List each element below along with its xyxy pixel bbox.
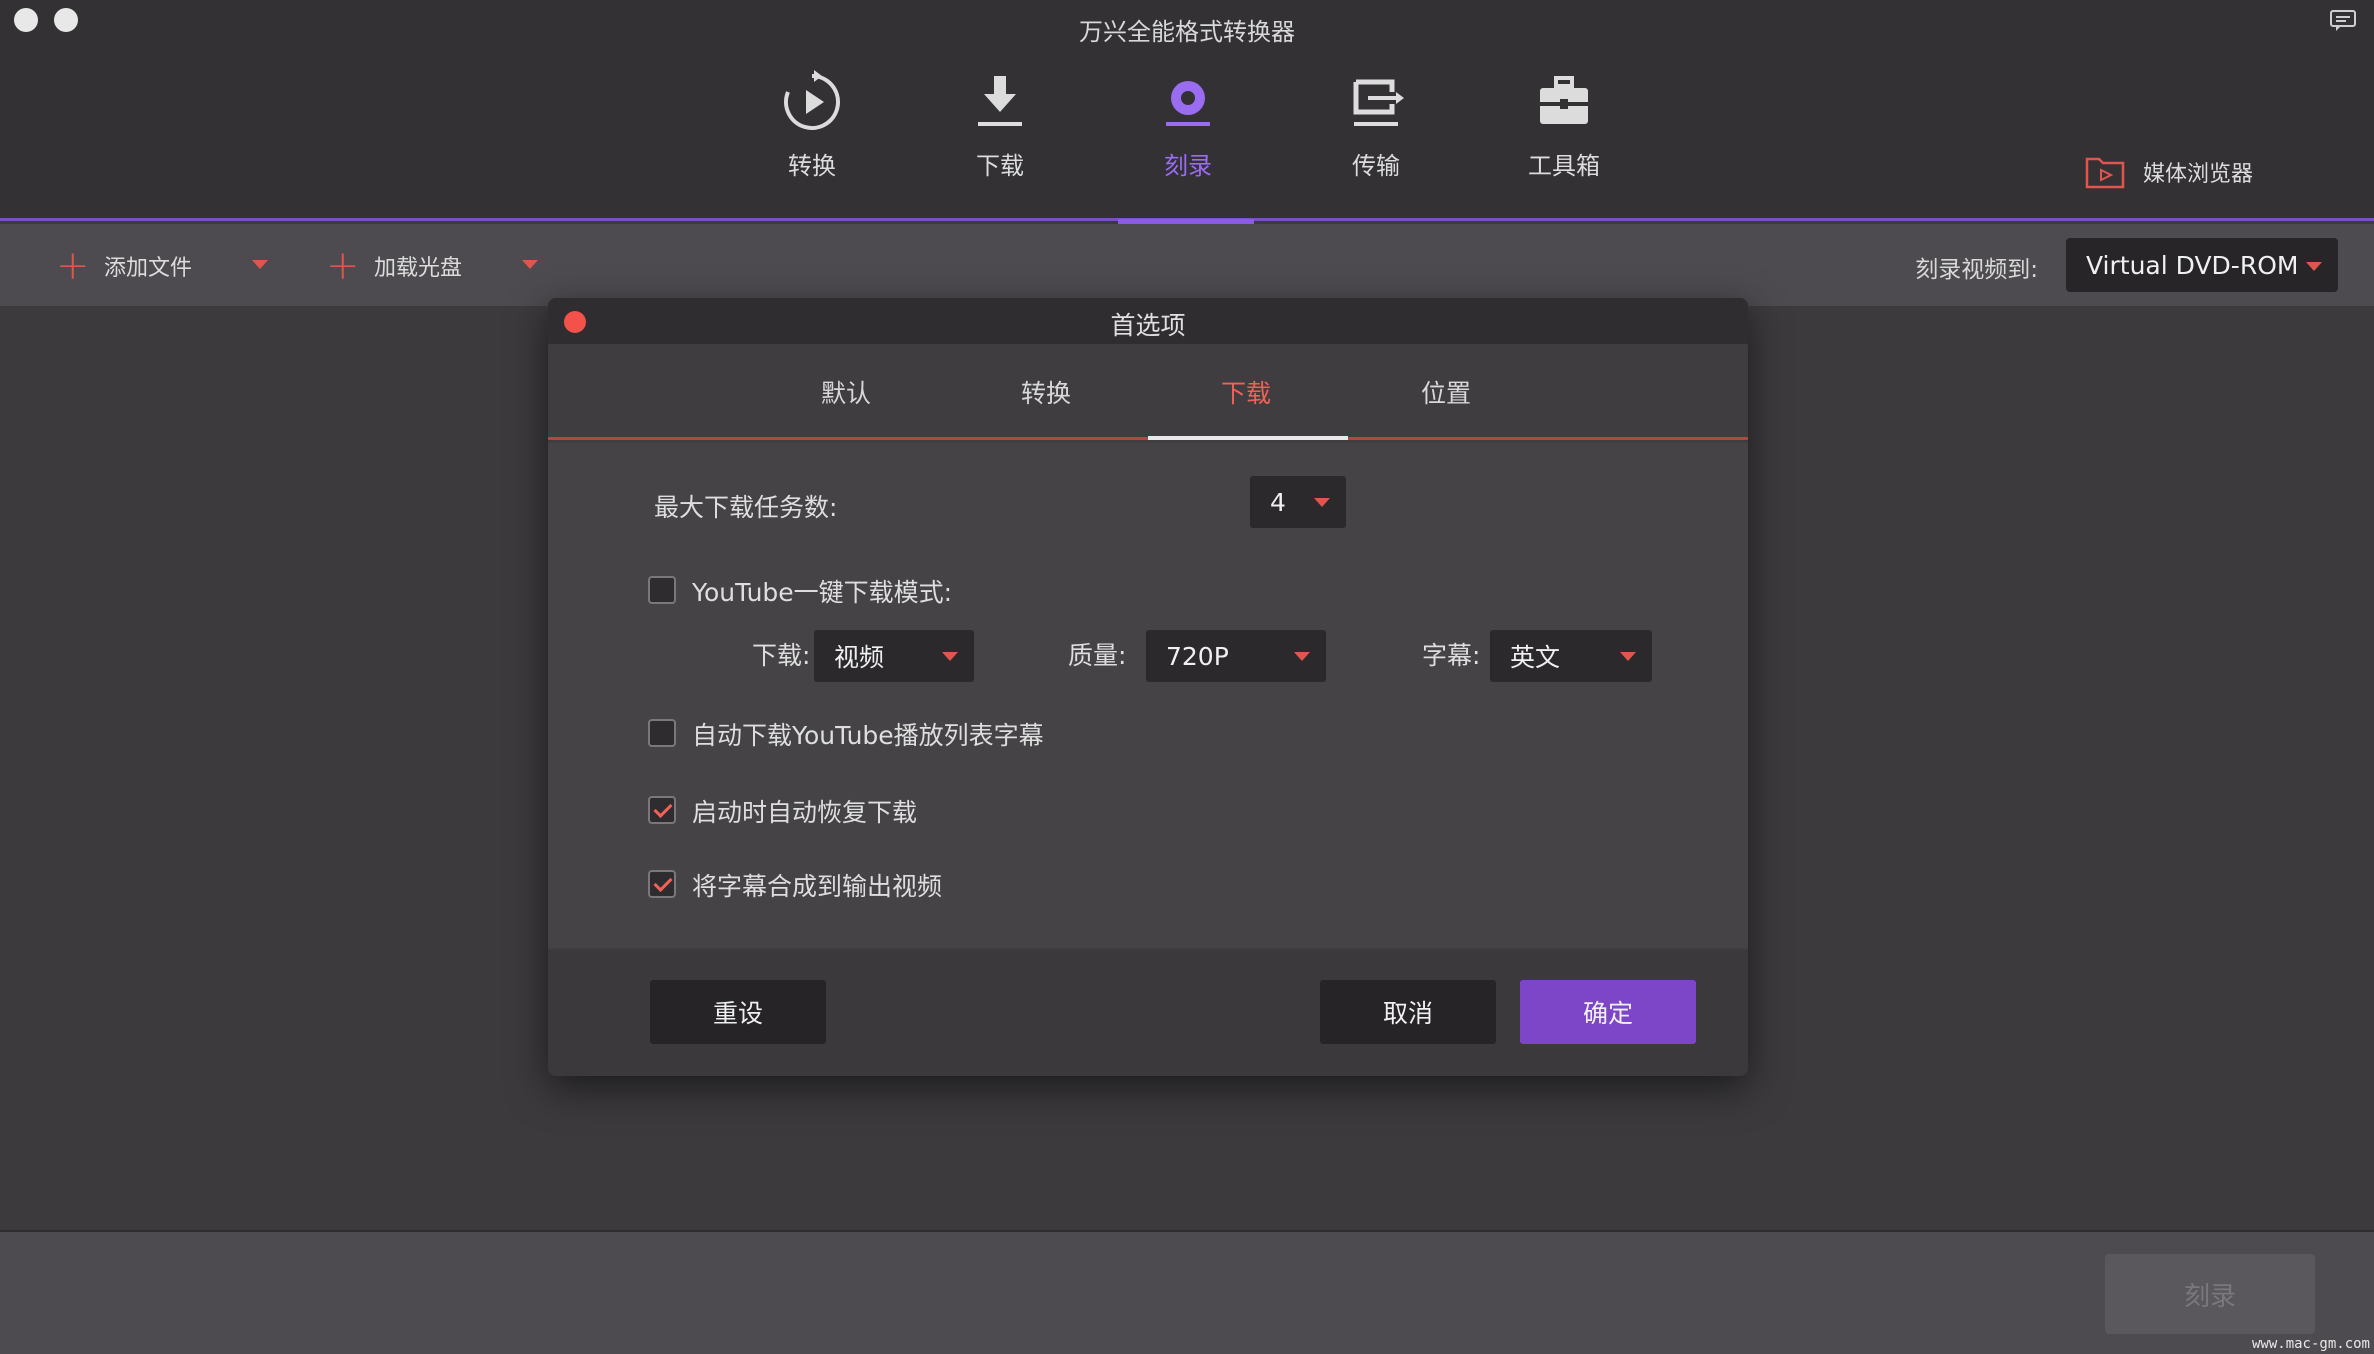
feedback-icon[interactable] (2330, 10, 2356, 32)
subtitle-select[interactable]: 英文 (1490, 630, 1652, 682)
quality-value: 720P (1166, 641, 1229, 671)
nav-transfer[interactable]: 传输 (1306, 70, 1446, 190)
burn-to-label: 刻录视频到: (1915, 257, 2038, 283)
load-disc-label: 加载光盘 (374, 256, 463, 281)
resume-on-start-checkbox[interactable] (648, 796, 676, 824)
tab-default[interactable]: 默认 (746, 374, 946, 410)
preferences-dialog: 首选项 默认 转换 下载 位置 最大下载任务数: 4 YouTube一键下载模式… (548, 298, 1748, 1076)
max-tasks-value: 4 (1270, 487, 1286, 517)
subtitle-label: 字幕: (1422, 641, 1481, 670)
add-file-dropdown-icon[interactable] (252, 260, 268, 269)
tab-convert[interactable]: 转换 (946, 374, 1146, 410)
resume-on-start-label: 启动时自动恢复下载 (692, 798, 918, 827)
reset-button[interactable]: 重设 (650, 980, 826, 1044)
ok-button[interactable]: 确定 (1520, 980, 1696, 1044)
download-type-select[interactable]: 视频 (814, 630, 974, 682)
media-browser-button[interactable]: 媒体浏览器 (2085, 150, 2253, 194)
nav-burn-label: 刻录 (1164, 152, 1212, 180)
chevron-down-icon (942, 652, 958, 661)
nav-burn[interactable]: 刻录 (1118, 70, 1258, 190)
folder-play-icon (2085, 157, 2125, 189)
quality-select[interactable]: 720P (1146, 630, 1326, 682)
tab-download[interactable]: 下载 (1146, 374, 1346, 410)
load-disc-dropdown-icon[interactable] (522, 260, 538, 269)
quality-label: 质量: (1068, 641, 1127, 670)
add-file-button[interactable]: + 添加文件 (56, 246, 192, 286)
chevron-down-icon (2306, 262, 2322, 271)
watermark: www.mac-gm.com (2251, 1336, 2370, 1352)
bottom-bar (0, 1230, 2374, 1354)
subtitle-value: 英文 (1510, 643, 1561, 672)
auto-playlist-subs-label: 自动下载YouTube播放列表字幕 (692, 721, 1044, 750)
app-title: 万兴全能格式转换器 (1079, 18, 1295, 46)
merge-subs-label: 将字幕合成到输出视频 (692, 872, 943, 901)
burn-target-value: Virtual DVD-ROM (2086, 250, 2299, 280)
plus-icon: + (326, 243, 360, 289)
dialog-body: 最大下载任务数: 4 YouTube一键下载模式: 下载: 视频 质量: 720… (548, 443, 1748, 948)
nav-download-label: 下载 (976, 152, 1024, 180)
youtube-mode-checkbox[interactable] (648, 576, 676, 604)
nav-toolbox-label: 工具箱 (1528, 152, 1600, 180)
nav-download[interactable]: 下载 (930, 70, 1070, 190)
chevron-down-icon (1314, 498, 1330, 507)
chevron-down-icon (1620, 652, 1636, 661)
tab-location[interactable]: 位置 (1346, 374, 1546, 410)
nav-toolbox[interactable]: 工具箱 (1494, 70, 1634, 190)
dialog-header: 首选项 (548, 298, 1748, 344)
toolbox-icon (1540, 76, 1588, 124)
nav-transfer-label: 传输 (1352, 152, 1400, 180)
convert-icon (784, 70, 840, 130)
title-bar: 万兴全能格式转换器 转换 下载 刻录 传输 工具箱 媒体浏览器 (0, 0, 2374, 221)
add-file-label: 添加文件 (104, 256, 193, 281)
max-tasks-label: 最大下载任务数: (654, 493, 838, 522)
active-tab-indicator (1148, 436, 1348, 440)
nav-convert[interactable]: 转换 (742, 70, 882, 190)
burn-target-select[interactable]: Virtual DVD-ROM (2066, 238, 2338, 292)
merge-subs-checkbox[interactable] (648, 870, 676, 898)
dialog-footer: 重设 取消 确定 (548, 950, 1748, 1076)
transfer-icon (1353, 79, 1404, 126)
chevron-down-icon (1294, 652, 1310, 661)
dialog-tabs: 默认 转换 下载 位置 (548, 344, 1748, 440)
burn-disc-icon (1166, 81, 1210, 126)
download-type-label: 下载: (752, 641, 811, 670)
dialog-title: 首选项 (1110, 311, 1186, 340)
max-tasks-select[interactable]: 4 (1250, 476, 1346, 528)
nav-convert-label: 转换 (788, 152, 836, 180)
cancel-button[interactable]: 取消 (1320, 980, 1496, 1044)
plus-icon: + (56, 243, 90, 289)
download-icon (978, 76, 1022, 126)
youtube-mode-label: YouTube一键下载模式: (692, 578, 953, 607)
burn-button[interactable]: 刻录 (2105, 1254, 2315, 1334)
media-browser-label: 媒体浏览器 (2143, 162, 2254, 187)
auto-playlist-subs-checkbox[interactable] (648, 719, 676, 747)
download-type-value: 视频 (834, 643, 885, 672)
load-disc-button[interactable]: + 加载光盘 (326, 246, 462, 286)
